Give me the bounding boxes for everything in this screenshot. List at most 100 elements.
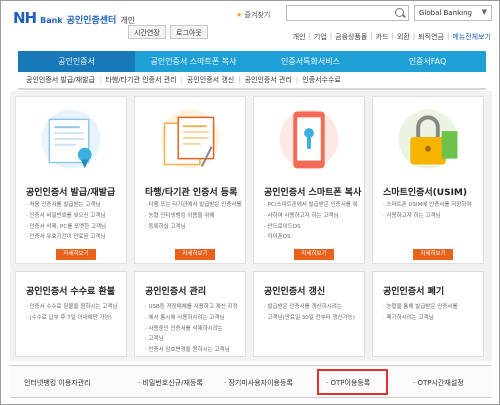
desc-line: 인증서 비밀번호를 잊으신 고객님 xyxy=(26,211,106,222)
desc-line: 고객님 xyxy=(145,334,238,345)
card-desc: 농협을 통해 발급받은 인증서를 폐기하시려는 고객님 xyxy=(383,302,458,324)
tab-faq[interactable]: 인증서FAQ xyxy=(369,51,486,72)
card-title: 스마트인증서(USIM) xyxy=(383,188,468,198)
desc-line: 사용중인 인증서를 삭제하시려는 xyxy=(145,324,238,335)
desc-line: 안드로이드OS xyxy=(264,222,358,233)
card-issue: 공인인증서 발급/재발급 처음 인증서를 발급받는 고객님 인증서 비밀번호를 … xyxy=(15,96,127,264)
card-usim: 스마트인증서(USIM) 스마트폰 USIM에 인증서를 저장하여 사용하고자 … xyxy=(372,96,484,264)
desc-line: 아이폰OS xyxy=(264,232,358,243)
otp-time-reset-label: OTP시간재설정 xyxy=(417,379,464,387)
top-nav: 개인 | 기업 | 금융상품몰 | 카드 | 외환 | 퇴직연금 | 메뉴전체보기 xyxy=(292,32,491,42)
subnav-issue[interactable]: 공인인증서 발급/재발급 xyxy=(22,75,99,85)
desc-line: 농협 인터넷뱅킹 이용을 위해 xyxy=(145,211,242,222)
topnav-products[interactable]: 금융상품몰 xyxy=(335,32,367,42)
detail-button[interactable]: 자세히보기 xyxy=(175,249,215,260)
password-register-link[interactable]: · 비밀번호신규/재등록 xyxy=(138,378,203,388)
card-desc: 스마트폰 USIM에 인증서를 저장하여 사용하고자 하는 고객님 xyxy=(383,200,472,222)
desc-line: 폐기하시려는 고객님 xyxy=(383,313,458,324)
card-title: 공인인증서 폐기 xyxy=(383,287,445,297)
desc-line: 농협을 통해 발급받은 인증서를 xyxy=(383,302,458,313)
desc-line: 타행 또는 타기관에서 발급받은 인증서를 xyxy=(145,200,242,211)
card-title: 공인인증서 관리 xyxy=(145,287,207,297)
card-desc: 처음 인증서를 발급받는 고객님 인증서 비밀번호를 잊으신 고객님 인증서 삭… xyxy=(26,200,107,243)
tab-special-service[interactable]: 인증서특화서비스 xyxy=(252,51,369,72)
tab-certificate[interactable]: 공인인증서 xyxy=(18,51,135,72)
card-renew[interactable]: 공인인증서 갱신 발급받은 인증서를 갱신하시려는 고객님(만료일 30일 전부… xyxy=(253,271,365,357)
dormant-user-register-label: 장기미사용자이용등록 xyxy=(228,379,293,387)
topnav-pension[interactable]: 퇴직연금 xyxy=(418,32,444,42)
desc-line: (수수료 납부 후 7일 이내에만 가능) xyxy=(26,313,117,324)
smartphone-illustration xyxy=(279,109,339,169)
card-desc: USB등 저장매체를 사용하고 계신 지정 에서 통시에 사용하시려는 고객님 … xyxy=(145,302,238,356)
desc-line: 등록하실 고객님 xyxy=(145,222,242,233)
desc-line: 발급받은 인증서를 갱신하시려는 xyxy=(264,302,355,313)
desc-line: 인증서 삭제, PC를 포맷한 고객님 xyxy=(26,222,107,233)
card-title: 공인인증서 발급/재발급 xyxy=(26,188,116,198)
desc-line: 고객님(만료일 30일 전부터 갱신가능) xyxy=(264,313,355,324)
tab-smartphone-copy[interactable]: 공인인증서 스마트폰 복사 xyxy=(135,51,252,72)
favorite-link[interactable]: ★ 즐겨찾기 xyxy=(236,10,270,20)
desc-line: 사용하고자 하는 고객님 xyxy=(383,211,471,222)
dormant-user-register-link[interactable]: · 장기미사용자이용등록 xyxy=(224,378,293,388)
desc-line: 인증서 유효기간이 만료된 고객님 xyxy=(26,232,106,243)
card-manage[interactable]: 공인인증서 관리 USB등 저장매체를 사용하고 계신 지정 에서 통시에 사용… xyxy=(134,271,246,357)
search-input[interactable] xyxy=(286,5,409,21)
card-title: 공인인증서 갱신 xyxy=(264,287,326,297)
card-title: 공인인증서 스마트폰 복사 xyxy=(264,188,362,198)
subnav-manage[interactable]: 공인인증서 관리 xyxy=(241,75,296,85)
user-management-bar: 인터넷뱅킹 이용자관리 · 비밀번호신규/재등록 · 장기미사용자이용등록 · … xyxy=(10,365,492,398)
card-smartphone-copy: 공인인증서 스마트폰 복사 PC/스마트폰에서 발급받은 인증서를 복 사하여 … xyxy=(253,96,365,264)
topnav-personal[interactable]: 개인 xyxy=(293,32,306,42)
topnav-business[interactable]: 기업 xyxy=(314,32,327,42)
detail-button[interactable]: 자세히보기 xyxy=(294,249,334,260)
desc-line: USB등 저장매체를 사용하고 계신 지정 xyxy=(145,302,238,313)
chevron-down-icon: ▼ xyxy=(481,8,487,16)
time-extend-button[interactable]: 시간연장 xyxy=(128,25,166,39)
subnav-renew[interactable]: 공인인증서 갱신 xyxy=(183,75,238,85)
password-register-label: 비밀번호신규/재등록 xyxy=(142,379,203,387)
user-management-label: 인터넷뱅킹 이용자관리 xyxy=(24,379,91,387)
card-desc: 인증서 수수료 환불을 원하시는 고객님 (수수료 납부 후 7일 이내에만 가… xyxy=(26,302,118,324)
card-area: 공인인증서 발급/재발급 처음 인증서를 발급받는 고객님 인증서 비밀번호를 … xyxy=(10,91,492,361)
service-name: 공인인증센터 xyxy=(66,16,117,26)
nh-bank-logo[interactable]: NH Bank 공인인증센터 개인 xyxy=(13,9,135,29)
document-illustration xyxy=(160,109,220,169)
card-desc: 타행 또는 타기관에서 발급받은 인증서를 농협 인터넷뱅킹 이용을 위해 등록… xyxy=(145,200,242,232)
global-banking-label: Global Banking xyxy=(419,9,472,17)
otp-time-reset-link[interactable]: · OTP시간재설정 xyxy=(413,378,464,388)
main-nav: 공인인증서 공인인증서 스마트폰 복사 인증서특화서비스 인증서FAQ xyxy=(18,51,486,72)
card-desc: 발급받은 인증서를 갱신하시려는 고객님(만료일 30일 전부터 갱신가능) xyxy=(264,302,355,324)
page-frame: NH Bank 공인인증센터 개인 ★ 즐겨찾기 Global Banking … xyxy=(0,0,500,405)
logo-mark: NH xyxy=(13,9,37,27)
favorite-label: 즐겨찾기 xyxy=(244,11,271,19)
card-revoke[interactable]: 공인인증서 폐기 농협을 통해 발급받은 인증서를 폐기하시려는 고객님 xyxy=(372,271,484,357)
card-title: 타행/타기관 인증서 등록 xyxy=(145,188,238,198)
desc-line: 사하여 사용하고자 하는 고객님 xyxy=(264,211,358,222)
topnav-forex[interactable]: 외환 xyxy=(397,32,410,42)
desc-line: 인증서 수수료 환불을 원하시는 고객님 xyxy=(26,302,118,313)
lock-illustration xyxy=(398,109,458,169)
logout-button[interactable]: 로그아웃 xyxy=(170,25,208,39)
subnav-fee[interactable]: 인증서수수료 xyxy=(298,75,345,85)
detail-button[interactable]: 자세히보기 xyxy=(413,249,453,260)
card-desc: PC/스마트폰에서 발급받은 인증서를 복 사하여 사용하고자 하는 고객님 안… xyxy=(264,200,358,243)
search-icon[interactable] xyxy=(394,7,406,19)
otp-highlight-box xyxy=(317,369,388,395)
detail-button[interactable]: 자세히보기 xyxy=(56,249,96,260)
card-title: 공인인증서 수수료 환불 xyxy=(26,287,116,297)
logo-bank: Bank xyxy=(40,16,63,25)
desc-line: 처음 인증서를 발급받는 고객님 xyxy=(26,200,106,211)
topnav-card[interactable]: 카드 xyxy=(376,32,389,42)
desc-line: 인증서 암호변경을 원하시는 고객님 xyxy=(145,345,238,356)
sub-nav: 공인인증서 발급/재발급 | 타행/타기관 인증서 관리 | 공인인증서 갱신 | 공… xyxy=(18,72,486,90)
star-icon: ★ xyxy=(236,11,243,19)
card-fee-refund[interactable]: 공인인증서 수수료 환불 인증서 수수료 환불을 원하시는 고객님 (수수료 납… xyxy=(15,271,127,357)
desc-line: PC/스마트폰에서 발급받은 인증서를 복 xyxy=(264,200,358,211)
menu-all-link[interactable]: 메뉴전체보기 xyxy=(452,32,491,42)
desc-line: 스마트폰 USIM에 인증서를 저장하여 xyxy=(383,200,472,211)
global-banking-select[interactable]: Global Banking ▼ xyxy=(414,5,492,21)
subnav-other-bank[interactable]: 타행/타기관 인증서 관리 xyxy=(101,75,180,85)
card-other-bank: 타행/타기관 인증서 등록 타행 또는 타기관에서 발급받은 인증서를 농협 인… xyxy=(134,96,246,264)
desc-line: 에서 통시에 사용하시려는 고객님 xyxy=(145,313,238,324)
certificate-illustration xyxy=(41,109,101,169)
